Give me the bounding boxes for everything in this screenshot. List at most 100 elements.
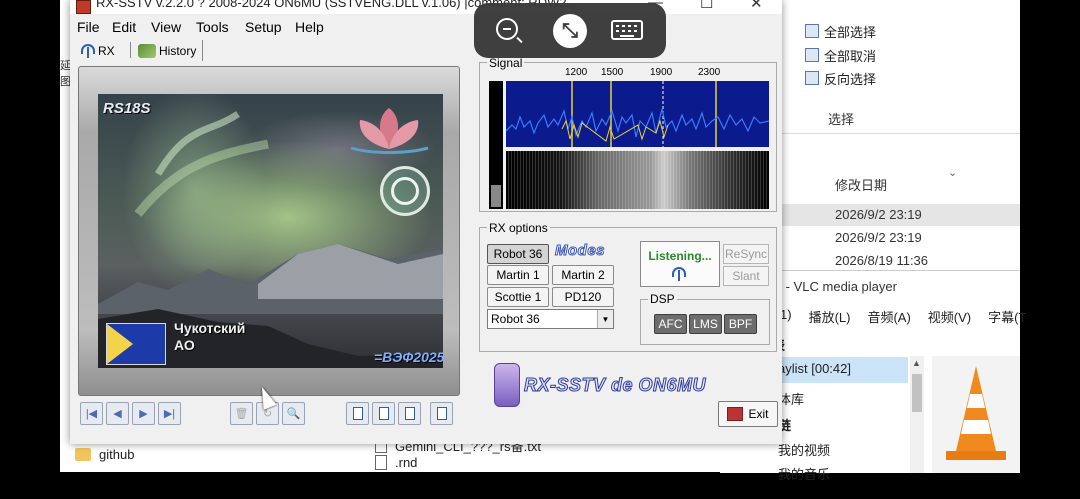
menu-tools[interactable]: Tools bbox=[196, 19, 229, 35]
freq-label: 1500 bbox=[601, 67, 624, 78]
chevron-down-icon[interactable]: ▼ bbox=[597, 310, 613, 328]
file-row-date[interactable]: 2026/9/2 23:19 bbox=[778, 227, 1020, 249]
rx-options-panel: RX options Robot 36 Modes Martin 1 Marti… bbox=[479, 221, 777, 352]
bpf-button[interactable]: BPF bbox=[724, 314, 757, 334]
save-button[interactable] bbox=[372, 402, 395, 425]
image-region-text: Чукотский АО bbox=[174, 320, 245, 354]
menu-view[interactable]: View bbox=[151, 19, 181, 35]
date-cell: 2026/9/2 23:19 bbox=[835, 230, 922, 245]
vlc-menu-video[interactable]: 视频(V) bbox=[928, 307, 971, 326]
mode-select[interactable]: Robot 36 ▼ bbox=[487, 309, 614, 329]
mode-martin2-button[interactable]: Martin 2 bbox=[552, 265, 614, 285]
afc-button[interactable]: AFC bbox=[654, 314, 687, 334]
date-cell: 2026/8/19 11:36 bbox=[835, 253, 929, 268]
prev-image-button[interactable]: ◀ bbox=[106, 402, 129, 425]
scroll-up-icon[interactable]: ▲ bbox=[912, 358, 921, 368]
zoom-image-button[interactable]: 🔍 bbox=[282, 402, 305, 425]
waterfall-display bbox=[506, 151, 769, 209]
vlc-menu-subtitle[interactable]: 字幕(T bbox=[988, 307, 1026, 326]
received-sstv-image[interactable]: RS18S Чукотский АО =ВЭФ2025 bbox=[98, 94, 443, 368]
rx-sstv-logo: RX-SSTV de ON6MU bbox=[494, 362, 706, 408]
delete-image-button[interactable]: 🗑 bbox=[230, 402, 253, 425]
zoom-out-icon[interactable] bbox=[496, 18, 518, 40]
spectrum-display bbox=[506, 81, 769, 147]
image-frame: RS18S Чукотский АО =ВЭФ2025 bbox=[78, 66, 460, 396]
rx-sstv-window: RX-SSTV v.2.2.0 ? 2008-2024 ON6MU (SSTVE… bbox=[70, 0, 782, 444]
resync-button[interactable]: ReSync bbox=[723, 244, 769, 264]
chevron-down-icon[interactable]: ⌄ bbox=[948, 166, 957, 179]
mode-martin1-button[interactable]: Martin 1 bbox=[487, 265, 549, 285]
lms-button[interactable]: LMS bbox=[689, 314, 722, 334]
history-icon bbox=[138, 43, 156, 58]
scroll-thumb[interactable] bbox=[912, 374, 922, 412]
close-button[interactable]: ✕ bbox=[750, 0, 763, 12]
lotus-logo-icon bbox=[350, 108, 429, 154]
folder-item-github[interactable]: github bbox=[75, 447, 134, 462]
select-all-button[interactable]: 全部选择 bbox=[805, 21, 876, 41]
radio-device-icon bbox=[494, 363, 520, 407]
image-callsign-text: RS18S bbox=[103, 100, 151, 117]
signal-label: Signal bbox=[487, 56, 525, 70]
vlc-scrollbar[interactable]: ▲ bbox=[910, 356, 924, 473]
upload-icon bbox=[436, 407, 447, 420]
freq-label: 1900 bbox=[650, 67, 673, 78]
keyboard-icon[interactable] bbox=[611, 20, 643, 40]
file-row[interactable]: .rnd bbox=[375, 455, 417, 470]
mode-scottie1-button[interactable]: Scottie 1 bbox=[487, 287, 549, 307]
freq-label: 2300 bbox=[698, 67, 721, 78]
upload-button[interactable] bbox=[430, 402, 453, 425]
vlc-playlist-item[interactable]: aylist [00:42] bbox=[778, 361, 851, 376]
invert-selection-icon bbox=[805, 71, 819, 85]
mode-pd120-button[interactable]: PD120 bbox=[552, 287, 614, 307]
region-line2: АО bbox=[174, 337, 195, 353]
slant-button[interactable]: Slant bbox=[723, 266, 769, 286]
dsp-label: DSP bbox=[648, 292, 677, 306]
file-icon bbox=[375, 455, 387, 470]
vlc-menu-audio[interactable]: 音频(A) bbox=[867, 307, 910, 326]
mode-robot36-button[interactable]: Robot 36 bbox=[487, 244, 549, 264]
save-icon bbox=[378, 407, 389, 420]
zoom-out-handle bbox=[516, 36, 523, 44]
region-line1: Чукотский bbox=[174, 320, 246, 336]
maximize-button[interactable]: ☐ bbox=[700, 0, 713, 12]
dsp-group: DSP AFC LMS BPF bbox=[640, 292, 770, 345]
file-row-date[interactable]: 2026/8/19 11:36 bbox=[778, 250, 1020, 272]
vlc-my-music[interactable]: 我的音乐 bbox=[778, 464, 830, 483]
column-header-modified[interactable]: 修改日期 bbox=[835, 175, 887, 194]
copy-button[interactable] bbox=[346, 402, 369, 425]
app-icon bbox=[76, 0, 91, 14]
first-image-button[interactable]: |◀ bbox=[80, 402, 103, 425]
freq-label: 1200 bbox=[565, 67, 588, 78]
menu-file[interactable]: File bbox=[77, 19, 100, 35]
tab-rx[interactable]: RX bbox=[81, 40, 115, 61]
exit-button[interactable]: Exit bbox=[718, 401, 778, 427]
disconnect-icon[interactable]: ⤡ bbox=[553, 14, 587, 48]
exit-door-icon bbox=[727, 407, 744, 421]
menu-setup[interactable]: Setup bbox=[245, 19, 282, 35]
vlc-my-videos[interactable]: 我的视频 bbox=[778, 440, 830, 459]
vlc-title: s-1 - VLC media player bbox=[764, 279, 897, 294]
antenna-icon bbox=[672, 267, 686, 281]
vlc-menu-playback[interactable]: 播放(L) bbox=[809, 307, 851, 326]
last-image-button[interactable]: ▶| bbox=[158, 402, 181, 425]
invert-selection-button[interactable]: 反向选择 bbox=[805, 68, 876, 88]
file-row-date[interactable]: 2026/9/2 23:19 bbox=[778, 204, 1020, 226]
title-bar: RX-SSTV v.2.2.0 ? 2008-2024 ON6MU (SSTVE… bbox=[70, 0, 782, 14]
menu-help[interactable]: Help bbox=[295, 19, 324, 35]
tab-rx-label: RX bbox=[98, 43, 115, 58]
remote-toolbar: ⤡ bbox=[474, 3, 666, 58]
file-name: .rnd bbox=[395, 455, 418, 470]
spectrum-trace bbox=[506, 81, 769, 147]
select-none-icon bbox=[805, 48, 819, 62]
modes-label: Modes bbox=[554, 242, 606, 260]
menu-edit[interactable]: Edit bbox=[112, 19, 136, 35]
chukotka-flag-icon bbox=[106, 323, 166, 365]
next-image-button[interactable]: ▶ bbox=[132, 402, 155, 425]
rx-options-label: RX options bbox=[487, 221, 550, 235]
image-footer-text: =ВЭФ2025 bbox=[374, 349, 443, 365]
select-none-button[interactable]: 全部取消 bbox=[805, 45, 876, 65]
tab-history[interactable]: History bbox=[138, 40, 204, 61]
ribbon-divider bbox=[778, 133, 1020, 134]
save-as-button[interactable] bbox=[398, 402, 421, 425]
folder-label: github bbox=[99, 447, 135, 462]
